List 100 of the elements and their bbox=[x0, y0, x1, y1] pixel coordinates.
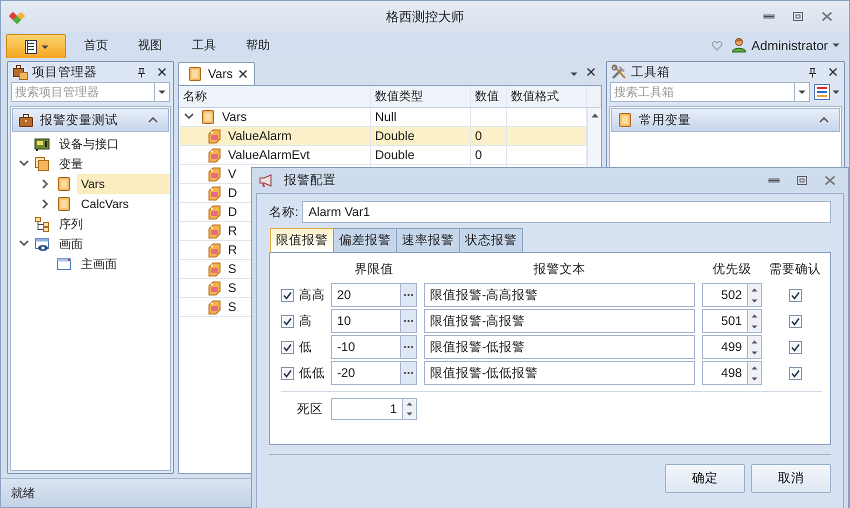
menu-item[interactable]: 工具 bbox=[192, 36, 228, 54]
spin-down-icon[interactable] bbox=[751, 324, 758, 328]
tag-icon bbox=[206, 261, 222, 277]
alarm-text-field[interactable]: 限值报警-低低报警 bbox=[424, 361, 695, 385]
dialog-button[interactable]: 取消 bbox=[751, 464, 831, 493]
menu-item[interactable]: 帮助 bbox=[246, 36, 282, 54]
menu-item[interactable]: 首页 bbox=[84, 36, 120, 54]
menu-item[interactable]: 视图 bbox=[138, 36, 174, 54]
scroll-up-icon[interactable] bbox=[590, 113, 598, 118]
spin-down-icon[interactable] bbox=[751, 376, 758, 380]
document-tab[interactable]: Vars bbox=[178, 62, 255, 85]
checkbox[interactable] bbox=[281, 288, 294, 302]
checkbox[interactable] bbox=[788, 366, 802, 380]
checkbox[interactable] bbox=[788, 340, 802, 354]
checkbox[interactable] bbox=[788, 314, 802, 328]
limit-field[interactable]: -20 bbox=[331, 361, 401, 385]
browse-button[interactable] bbox=[401, 335, 417, 359]
browse-button[interactable] bbox=[401, 309, 417, 333]
spin-up-icon[interactable] bbox=[751, 288, 758, 292]
pin-icon[interactable] bbox=[807, 66, 818, 78]
close-icon[interactable] bbox=[586, 67, 596, 77]
collapse-icon[interactable] bbox=[819, 117, 829, 123]
maximize-button[interactable] bbox=[792, 11, 804, 22]
tab[interactable]: 状态报警 bbox=[459, 228, 523, 252]
column-header[interactable]: 数值 bbox=[471, 86, 507, 107]
app-menu-button[interactable] bbox=[6, 34, 66, 58]
dropdown-arrow-icon[interactable] bbox=[798, 89, 806, 95]
group-header[interactable]: 报警变量测试 bbox=[12, 108, 169, 132]
checkbox-label: 高 bbox=[299, 312, 312, 330]
checkbox[interactable] bbox=[788, 288, 802, 302]
spin-down-icon[interactable] bbox=[751, 298, 758, 302]
browse-button[interactable] bbox=[401, 283, 417, 307]
limit-field[interactable]: 10 bbox=[331, 309, 401, 333]
table-cell: S bbox=[228, 300, 236, 314]
window-icon bbox=[56, 256, 72, 272]
spin-down-icon[interactable] bbox=[751, 350, 758, 354]
number-field[interactable]: 498 bbox=[702, 361, 747, 385]
dropdown-arrow-icon[interactable] bbox=[570, 71, 578, 77]
pin-icon[interactable] bbox=[136, 66, 147, 78]
tree-item[interactable]: Vars bbox=[77, 174, 170, 194]
group-header[interactable]: 常用变量 bbox=[611, 108, 840, 132]
dropdown-button[interactable] bbox=[154, 82, 170, 102]
panel-title: 工具箱 bbox=[631, 64, 670, 80]
spin-down-icon[interactable] bbox=[406, 412, 413, 416]
column-header[interactable]: 数值类型 bbox=[371, 86, 471, 107]
spin-buttons[interactable] bbox=[402, 398, 417, 420]
number-field[interactable]: 501 bbox=[702, 309, 747, 333]
collapse-icon[interactable] bbox=[148, 117, 158, 123]
table-cell: S bbox=[228, 262, 236, 276]
table-cell: V bbox=[228, 167, 236, 181]
number-field[interactable]: 502 bbox=[702, 283, 747, 307]
search-field[interactable]: 搜索项目管理器 bbox=[11, 82, 154, 102]
browse-button[interactable] bbox=[401, 361, 417, 385]
close-icon[interactable] bbox=[238, 69, 248, 79]
dialog-button[interactable]: 确定 bbox=[665, 464, 745, 493]
alarm-text-field[interactable]: 限值报警-高报警 bbox=[424, 309, 695, 333]
table-row[interactable]: ValueAlarm Double 0 bbox=[179, 127, 587, 146]
spin-up-icon[interactable] bbox=[751, 314, 758, 318]
spin-up-icon[interactable] bbox=[751, 340, 758, 344]
maximize-button[interactable] bbox=[796, 175, 808, 186]
dropdown-button[interactable] bbox=[794, 82, 810, 102]
close-button[interactable] bbox=[821, 11, 833, 22]
tree-item[interactable]: CalcVars bbox=[77, 194, 170, 214]
tree-item[interactable]: 变量 bbox=[55, 154, 170, 174]
close-button[interactable] bbox=[824, 175, 836, 186]
tree-item[interactable]: 画面 bbox=[55, 234, 170, 254]
checkbox[interactable] bbox=[281, 366, 294, 380]
spin-buttons[interactable] bbox=[747, 335, 762, 359]
spin-buttons[interactable] bbox=[747, 309, 762, 333]
spin-buttons[interactable] bbox=[747, 361, 762, 385]
tab[interactable]: 速率报警 bbox=[396, 228, 460, 252]
status-text: 就绪 bbox=[11, 484, 35, 502]
tag-icon bbox=[206, 299, 222, 315]
checkbox[interactable] bbox=[281, 340, 294, 354]
tab[interactable]: 偏差报警 bbox=[333, 228, 397, 252]
close-icon[interactable] bbox=[157, 67, 167, 77]
spin-up-icon[interactable] bbox=[406, 402, 413, 406]
close-icon[interactable] bbox=[828, 67, 838, 77]
tree-item[interactable]: 设备与接口 bbox=[55, 134, 170, 154]
table-cell: ValueAlarm bbox=[228, 129, 292, 143]
spin-buttons[interactable] bbox=[747, 283, 762, 307]
alarm-text-field[interactable]: 限值报警-高高报警 bbox=[424, 283, 695, 307]
checkbox-label: 低低 bbox=[299, 364, 325, 382]
name-field[interactable]: Alarm Var1 bbox=[302, 201, 831, 223]
column-header[interactable]: 名称 bbox=[179, 86, 371, 107]
column-header[interactable]: 数值格式 bbox=[507, 86, 587, 107]
user-menu-button[interactable]: Administrator bbox=[723, 37, 844, 53]
limit-field[interactable]: 20 bbox=[331, 283, 401, 307]
limit-field[interactable]: -10 bbox=[331, 335, 401, 359]
spin-up-icon[interactable] bbox=[751, 366, 758, 370]
tree-item[interactable]: 序列 bbox=[55, 214, 170, 234]
search-field[interactable]: 搜索工具箱 bbox=[610, 82, 794, 102]
tab[interactable]: 限值报警 bbox=[270, 228, 334, 252]
number-field[interactable]: 1 bbox=[331, 398, 402, 420]
table-row[interactable]: ValueAlarmEvt Double 0 bbox=[179, 146, 587, 165]
number-field[interactable]: 499 bbox=[702, 335, 747, 359]
alarm-text-field[interactable]: 限值报警-低报警 bbox=[424, 335, 695, 359]
tree-item[interactable]: 主画面 bbox=[77, 254, 170, 274]
dropdown-arrow-icon[interactable] bbox=[158, 89, 166, 95]
checkbox[interactable] bbox=[281, 314, 294, 328]
